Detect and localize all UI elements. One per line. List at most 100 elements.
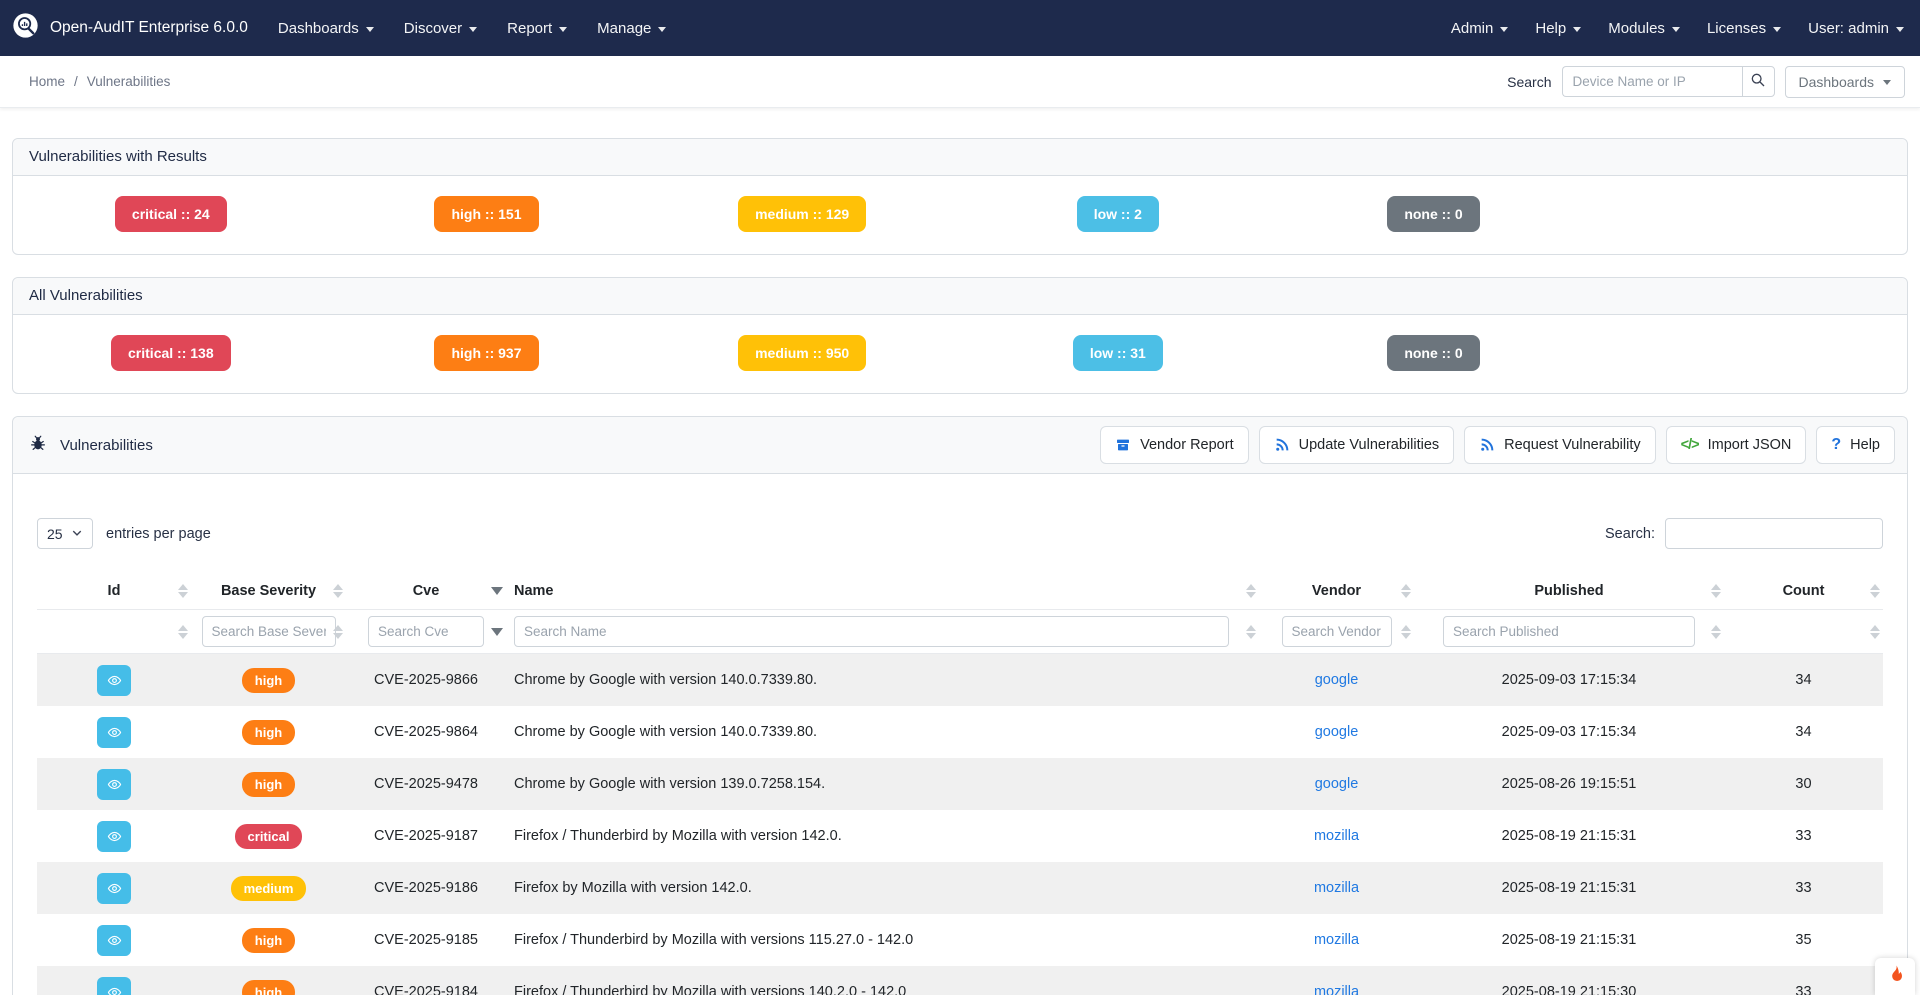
vendor-link[interactable]: mozilla xyxy=(1314,880,1359,896)
vulnerability-name: Chrome by Google with version 140.0.7339… xyxy=(514,724,817,740)
published-date: 2025-08-19 21:15:31 xyxy=(1502,828,1637,844)
panel-vulnerabilities-table: Vulnerabilities Vendor ReportUpdate Vuln… xyxy=(12,416,1908,995)
count-value: 30 xyxy=(1795,776,1811,792)
filter-published-input[interactable] xyxy=(1443,616,1695,647)
vendor-link[interactable]: google xyxy=(1315,776,1359,792)
vulnerability-name: Firefox / Thunderbird by Mozilla with ve… xyxy=(514,828,842,844)
cve-id: CVE-2025-9478 xyxy=(374,776,478,792)
filter-cve-input[interactable] xyxy=(368,616,484,647)
nav-menu-licenses[interactable]: Licenses xyxy=(1707,20,1781,37)
request-vulnerability-button[interactable]: Request Vulnerability xyxy=(1464,426,1655,464)
nav-menu-modules[interactable]: Modules xyxy=(1608,20,1680,37)
filter-vendor-input[interactable] xyxy=(1282,616,1392,647)
vendor-link[interactable]: mozilla xyxy=(1314,984,1359,995)
table-row: mediumCVE-2025-9186Firefox by Mozilla wi… xyxy=(37,862,1883,914)
table-area: 25 entries per page Search: IdBase Sever… xyxy=(13,474,1907,995)
col-header-id[interactable]: Id xyxy=(37,583,191,599)
sort-icon[interactable] xyxy=(333,584,343,598)
table-controls: 25 entries per page Search: xyxy=(13,474,1907,563)
sort-icon[interactable] xyxy=(1401,625,1411,639)
severity-badge-high: high :: 151 xyxy=(434,196,538,232)
col-header-base-severity[interactable]: Base Severity xyxy=(191,583,346,599)
flame-button[interactable] xyxy=(1875,958,1915,995)
sort-icon[interactable] xyxy=(1711,584,1721,598)
vendor-report-button[interactable]: Vendor Report xyxy=(1100,426,1249,464)
nav-menu-help[interactable]: Help xyxy=(1535,20,1581,37)
col-header-count[interactable]: Count xyxy=(1724,583,1883,599)
panel-action-buttons: Vendor Report Update VulnerabilitiesReque… xyxy=(1100,426,1895,464)
sort-icon[interactable] xyxy=(1246,625,1256,639)
table-search-input[interactable] xyxy=(1665,518,1883,549)
sort-icon[interactable] xyxy=(1401,584,1411,598)
col-header-name[interactable]: Name xyxy=(506,583,1259,599)
vendor-link[interactable]: mozilla xyxy=(1314,932,1359,948)
device-search-input[interactable] xyxy=(1562,66,1742,97)
entries-per-page-select[interactable]: 25 xyxy=(37,518,93,549)
vendor-link[interactable]: google xyxy=(1315,672,1359,688)
view-details-button[interactable] xyxy=(97,665,131,696)
panel-header: Vulnerabilities Vendor ReportUpdate Vuln… xyxy=(13,417,1907,474)
view-details-button[interactable] xyxy=(97,873,131,904)
vendor-link[interactable]: mozilla xyxy=(1314,828,1359,844)
view-details-button[interactable] xyxy=(97,977,131,995)
col-header-vendor[interactable]: Vendor xyxy=(1259,583,1414,599)
cve-id: CVE-2025-9184 xyxy=(374,984,478,995)
sort-icon[interactable] xyxy=(178,625,188,639)
nav-menu-report[interactable]: Report xyxy=(507,20,567,37)
caret-down-icon xyxy=(559,27,567,32)
nav-menu-dashboards[interactable]: Dashboards xyxy=(278,20,374,37)
code-icon: </> xyxy=(1681,437,1699,453)
panel-header: Vulnerabilities with Results xyxy=(13,139,1907,176)
sort-icon[interactable] xyxy=(333,625,343,639)
nav-menu-manage[interactable]: Manage xyxy=(597,20,666,37)
severity-badge-critical: critical :: 24 xyxy=(115,196,227,232)
severity-badge-none: none :: 0 xyxy=(1387,196,1479,232)
view-details-button[interactable] xyxy=(97,769,131,800)
view-details-button[interactable] xyxy=(97,717,131,748)
help-button[interactable]: ?Help xyxy=(1816,426,1895,464)
dashboards-dropdown-button[interactable]: Dashboards xyxy=(1785,66,1906,98)
eye-icon xyxy=(107,985,122,995)
update-vulnerabilities-button[interactable]: Update Vulnerabilities xyxy=(1259,426,1455,464)
flame-icon xyxy=(1886,963,1905,990)
filter-name-input[interactable] xyxy=(514,616,1229,647)
severity-badge-none: none :: 0 xyxy=(1387,335,1479,371)
count-value: 34 xyxy=(1795,672,1811,688)
caret-down-icon xyxy=(1896,27,1904,32)
count-value: 35 xyxy=(1795,932,1811,948)
col-header-cve[interactable]: Cve xyxy=(346,583,506,599)
archive-icon xyxy=(1115,437,1131,453)
nav-menu-admin[interactable]: Admin xyxy=(1451,20,1509,37)
severity-badge-low: low :: 31 xyxy=(1073,335,1163,371)
caret-down-icon xyxy=(1500,27,1508,32)
import-json-button[interactable]: </>Import JSON xyxy=(1666,426,1807,464)
breadcrumb-separator: / xyxy=(74,74,78,89)
search-button[interactable] xyxy=(1742,66,1775,97)
sort-icon[interactable] xyxy=(1870,625,1880,639)
panel-header: All Vulnerabilities xyxy=(13,278,1907,315)
severity-pill-high: high xyxy=(242,720,295,745)
breadcrumb: Home / Vulnerabilities xyxy=(29,74,170,89)
count-value: 34 xyxy=(1795,724,1811,740)
sort-desc-icon[interactable] xyxy=(491,628,503,636)
cve-id: CVE-2025-9866 xyxy=(374,672,478,688)
severity-badge-critical: critical :: 138 xyxy=(111,335,231,371)
filter-base-severity-input[interactable] xyxy=(202,616,336,647)
nav-menu-discover[interactable]: Discover xyxy=(404,20,477,37)
breadcrumb-home-link[interactable]: Home xyxy=(29,74,65,89)
table-row: highCVE-2025-9185Firefox / Thunderbird b… xyxy=(37,914,1883,966)
nav-menu-user-admin[interactable]: User: admin xyxy=(1808,20,1904,37)
sort-icon[interactable] xyxy=(1246,584,1256,598)
brand[interactable]: Open-AudIT Enterprise 6.0.0 xyxy=(12,12,248,44)
vendor-link[interactable]: google xyxy=(1315,724,1359,740)
sort-icon[interactable] xyxy=(1711,625,1721,639)
sort-icon[interactable] xyxy=(1870,584,1880,598)
view-details-button[interactable] xyxy=(97,821,131,852)
table-row: highCVE-2025-9184Firefox / Thunderbird b… xyxy=(37,966,1883,995)
col-header-published[interactable]: Published xyxy=(1414,583,1724,599)
table-row: highCVE-2025-9864Chrome by Google with v… xyxy=(37,706,1883,758)
sort-icon[interactable] xyxy=(178,584,188,598)
view-details-button[interactable] xyxy=(97,925,131,956)
sort-desc-icon[interactable] xyxy=(491,587,503,595)
severity-pill-high: high xyxy=(242,772,295,797)
